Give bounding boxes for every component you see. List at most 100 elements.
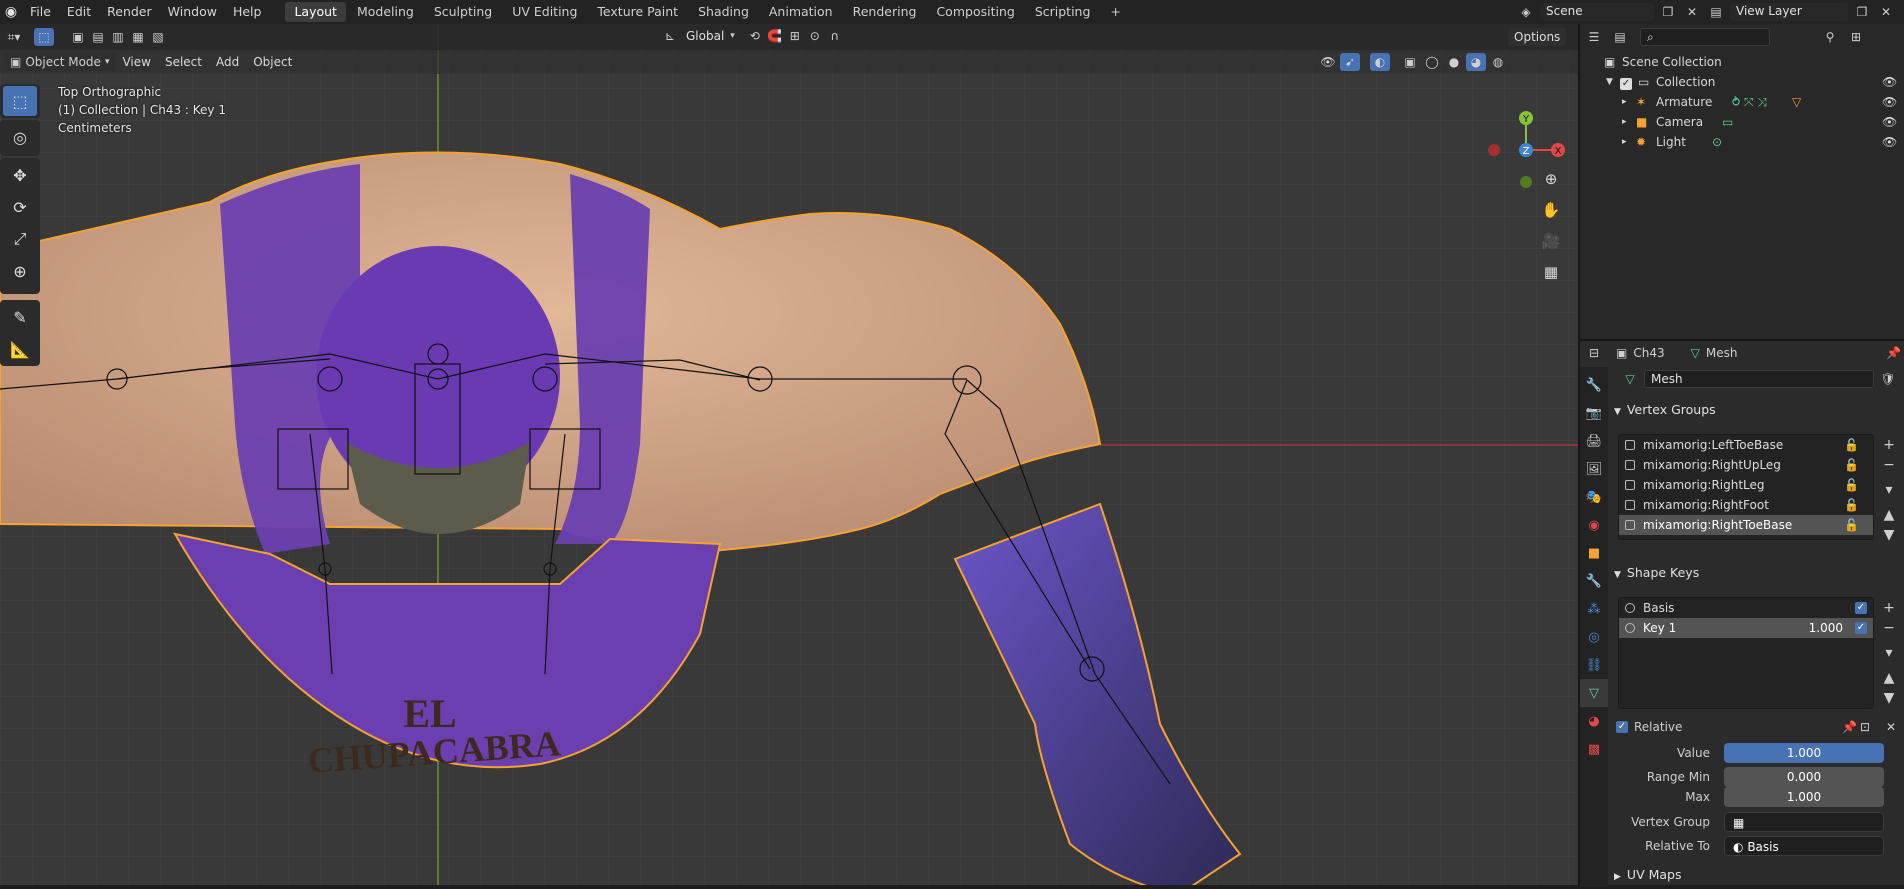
proportional-edit-icon[interactable]: ⊙ [805,27,825,45]
filter-icon[interactable]: ⚲ [1820,28,1840,46]
collection-checkbox[interactable]: ✓ [1620,75,1638,90]
add-shape-key-icon[interactable]: + [1880,599,1898,617]
new-collection-icon[interactable]: ⊞ [1846,28,1866,46]
mesh-browse-icon[interactable]: ▽ [1620,370,1640,388]
list-item-selected[interactable]: mixamorig:RightToeBase 🔓 [1619,515,1873,535]
mode-invert-icon[interactable]: ▦ [128,28,148,46]
menu-window[interactable]: Window [160,0,225,24]
output-tab-icon[interactable]: 🖨 [1580,427,1608,455]
view-layer-tab-icon[interactable]: 🖼 [1580,455,1608,483]
remove-shape-key-icon[interactable]: − [1880,619,1898,637]
menu-help[interactable]: Help [225,0,270,24]
new-scene-icon[interactable]: ❐ [1658,3,1678,21]
tool-tab-icon[interactable]: 🔧 [1580,371,1608,399]
snap-icon[interactable]: 🧲 [765,27,785,45]
list-item-selected[interactable]: Key 1 1.000 ✓ [1619,618,1873,638]
tab-layout[interactable]: Layout [285,2,346,22]
list-item[interactable]: Basis ✓ [1619,598,1873,618]
shape-key-specials-icon[interactable]: ▾ [1880,644,1898,662]
physics-tab-icon[interactable]: ◎ [1580,623,1608,651]
xray-icon[interactable]: ▣ [1400,53,1420,71]
move-down-icon[interactable]: ▼ [1880,689,1898,707]
menu-render[interactable]: Render [99,0,160,24]
zoom-icon[interactable]: ⊕ [1538,166,1564,192]
pivot-icon[interactable]: ⟲ [745,27,765,45]
menu-add[interactable]: Add [209,55,246,69]
material-tab-icon[interactable]: ◕ [1580,707,1608,735]
edit-mode-shape-icon[interactable]: ⊡ [1860,720,1870,734]
tab-uv-editing[interactable]: UV Editing [503,2,586,22]
properties-editor-icon[interactable]: ⊟ [1584,344,1604,362]
blender-logo-icon[interactable]: ◉ [0,4,22,20]
collection-row[interactable]: ▼ ✓ ▭ Collection 👁 [1580,72,1904,92]
vertex-group-specials-icon[interactable]: ▾ [1880,481,1898,499]
rotate-tool-icon[interactable]: ⟳ [3,192,37,222]
vertex-groups-list[interactable]: mixamorig:LeftToeBase 🔓 mixamorig:RightUp… [1618,434,1874,540]
display-mode-icon[interactable]: ▤ [1610,28,1630,46]
delete-scene-icon[interactable]: ✕ [1682,3,1702,21]
tab-scripting[interactable]: Scripting [1026,2,1100,22]
expand-arrow-icon[interactable]: ▸ [1622,117,1636,127]
select-box-icon[interactable]: ⬚ [34,28,54,46]
tab-shading[interactable]: Shading [689,2,758,22]
scene-tab-icon[interactable]: 🎭 [1580,483,1608,511]
value-slider[interactable]: 1.000 [1724,743,1884,763]
tab-modeling[interactable]: Modeling [348,2,423,22]
modifier-tab-icon[interactable]: 🔧 [1580,567,1608,595]
mode-new-icon[interactable]: ▣ [68,28,88,46]
object-tab-icon[interactable]: ■ [1580,539,1608,567]
eye-icon[interactable]: 👁 [1882,135,1897,149]
relative-checkbox[interactable]: ✓ [1616,721,1628,733]
menu-file[interactable]: File [22,0,59,24]
uv-maps-header[interactable]: ▶ UV Maps [1614,863,1902,887]
select-tool-icon[interactable]: ⬚ [3,86,37,116]
move-up-icon[interactable]: ▲ [1880,669,1898,687]
list-item[interactable]: mixamorig:RightFoot 🔓 [1619,495,1873,515]
eye-icon[interactable]: 👁 [1882,95,1897,109]
tab-compositing[interactable]: Compositing [927,2,1023,22]
outliner-item-light[interactable]: ▸ ✹ Light ⊙ 👁 [1580,132,1904,152]
mode-intersect-icon[interactable]: ▧ [148,28,168,46]
material-shading-icon[interactable]: ◕ [1466,53,1486,71]
constraints-tab-icon[interactable]: ⛓ [1580,651,1608,679]
tab-animation[interactable]: Animation [760,2,842,22]
shape-keys-header[interactable]: ▼ Shape Keys [1614,561,1902,585]
pin-shape-icon[interactable]: 📌 [1842,720,1857,734]
wireframe-shading-icon[interactable]: ◯ [1422,53,1442,71]
rendered-shading-icon[interactable]: ◍ [1488,53,1508,71]
vertex-groups-header[interactable]: ▼ Vertex Groups [1614,398,1902,422]
outliner-editor-icon[interactable]: ☰ [1584,28,1604,46]
world-tab-icon[interactable]: ◉ [1580,511,1608,539]
add-workspace-icon[interactable]: + [1101,2,1129,22]
orientation-dropdown[interactable]: Global [680,29,730,43]
scale-tool-icon[interactable]: ⤢ [3,224,37,254]
expand-arrow-icon[interactable]: ▸ [1622,97,1636,107]
gizmo-toggle-icon[interactable]: ➹ [1340,53,1360,71]
menu-select[interactable]: Select [158,55,209,69]
tab-rendering[interactable]: Rendering [844,2,926,22]
outliner-item-camera[interactable]: ▸ ■ Camera ▭ 👁 [1580,112,1904,132]
annotate-tool-icon[interactable]: ✎ [3,302,37,332]
transform-tool-icon[interactable]: ⊕ [3,256,37,286]
orientation-icon[interactable]: ⊾ [660,27,680,45]
menu-view[interactable]: View [115,55,157,69]
remove-vertex-group-icon[interactable]: − [1880,456,1898,474]
delete-view-layer-icon[interactable]: ✕ [1876,3,1896,21]
move-down-icon[interactable]: ▼ [1880,526,1898,544]
object-mode-dropdown[interactable]: ▣ Object Mode ▾ [4,53,116,71]
cursor-tool-icon[interactable]: ◎ [3,122,37,152]
shape-key-mute-checkbox[interactable]: ✓ [1855,602,1867,614]
shape-key-mute-checkbox[interactable]: ✓ [1855,622,1867,634]
menu-edit[interactable]: Edit [59,0,99,24]
eye-icon[interactable]: 👁 [1882,115,1897,129]
menu-object[interactable]: Object [246,55,299,69]
fake-user-icon[interactable]: 🛡 [1878,370,1898,388]
expand-arrow-icon[interactable]: ▸ [1622,137,1636,147]
options-button[interactable]: Options [1508,28,1567,46]
scene-field[interactable]: Scene [1540,3,1654,21]
move-up-icon[interactable]: ▲ [1880,506,1898,524]
camera-view-icon[interactable]: 🎥 [1538,228,1564,254]
measure-tool-icon[interactable]: 📐 [3,334,37,364]
particles-tab-icon[interactable]: ⁂ [1580,595,1608,623]
expand-arrow-icon[interactable]: ▼ [1606,77,1620,87]
